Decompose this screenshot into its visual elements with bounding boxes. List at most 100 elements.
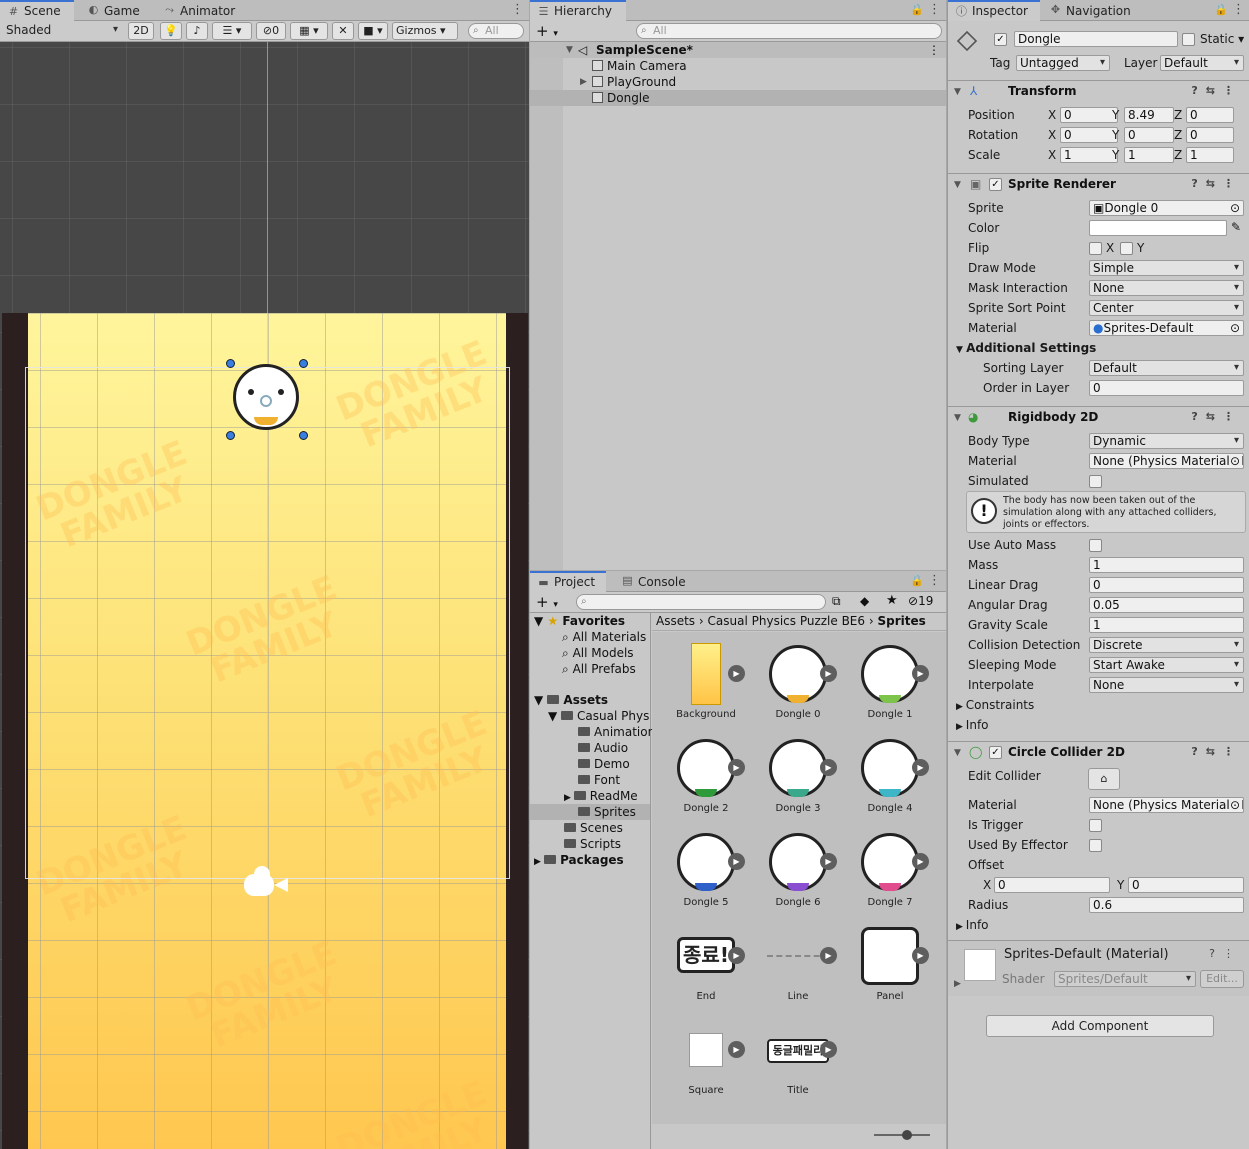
rect-handle[interactable]: [226, 431, 235, 440]
position-x-label[interactable]: X: [1048, 108, 1056, 122]
static-label[interactable]: Static ▾: [1200, 32, 1244, 46]
rotation-x-label[interactable]: X: [1048, 128, 1056, 142]
rect-handle[interactable]: [299, 359, 308, 368]
collision-detection-dropdown[interactable]: Discrete: [1089, 637, 1244, 653]
sleeping-mode-dropdown[interactable]: Start Awake: [1089, 657, 1244, 673]
simulated-checkbox[interactable]: [1089, 475, 1102, 488]
hidden-packages-button[interactable]: ⊘19: [908, 594, 933, 608]
add-component-button[interactable]: Add Component: [986, 1015, 1214, 1037]
project-menu-icon[interactable]: ⋮: [928, 573, 941, 588]
fold-open-icon[interactable]: ▼: [954, 82, 961, 102]
sprite-sort-point-dropdown[interactable]: Center: [1089, 300, 1244, 316]
color-field[interactable]: [1089, 220, 1227, 236]
mass-field[interactable]: 1: [1089, 557, 1244, 573]
play-icon[interactable]: ▶: [820, 759, 837, 776]
breadcrumb-item[interactable]: Casual Physics Puzzle BE6: [708, 614, 866, 628]
folder-item[interactable]: Animation: [578, 724, 655, 740]
camera-icon[interactable]: ■ ▾: [358, 22, 388, 40]
component-enabled-checkbox[interactable]: ✓: [989, 746, 1002, 759]
flip-x-checkbox[interactable]: [1089, 242, 1102, 255]
rect-handle[interactable]: [226, 359, 235, 368]
folder-item[interactable]: ▼ Casual Phys: [548, 708, 649, 724]
favorite-item[interactable]: ⌕ All Materials: [562, 629, 646, 645]
scale-y-field[interactable]: 1: [1124, 147, 1174, 163]
scene-menu-icon[interactable]: ⋮: [511, 2, 524, 17]
tag-dropdown[interactable]: Untagged: [1016, 55, 1110, 71]
favorite-item[interactable]: ⌕ All Prefabs: [562, 661, 636, 677]
scale-x-field[interactable]: 1: [1060, 147, 1118, 163]
audio-icon[interactable]: ♪: [186, 22, 208, 40]
folder-item[interactable]: Font: [578, 772, 620, 788]
asset-dongle-1[interactable]: ▶ Dongle 1: [850, 643, 930, 720]
component-settings-icons[interactable]: ?⇆⋮: [1191, 174, 1242, 194]
mask-interaction-dropdown[interactable]: None: [1089, 280, 1244, 296]
tab-project[interactable]: ▬ Project: [530, 571, 606, 592]
fold-closed-icon[interactable]: ▶: [580, 74, 587, 90]
rotation-z-field[interactable]: 0: [1186, 127, 1234, 143]
sorting-layer-dropdown[interactable]: Default: [1089, 360, 1244, 376]
rotation-y-field[interactable]: 0: [1124, 127, 1174, 143]
lighting-icon[interactable]: 💡: [160, 22, 182, 40]
filter-type-icon[interactable]: ⧉: [832, 594, 841, 609]
lock-icon[interactable]: 🔒: [910, 574, 924, 587]
component-settings-icons[interactable]: ?⇆⋮: [1191, 742, 1242, 762]
component-settings-icons[interactable]: ?⇆⋮: [1191, 81, 1242, 101]
lock-icon[interactable]: 🔒: [910, 3, 924, 16]
rotation-x-field[interactable]: 0: [1060, 127, 1118, 143]
transform-header[interactable]: ▼ ⅄ Transform ?⇆⋮: [948, 80, 1249, 102]
interpolate-dropdown[interactable]: None: [1089, 677, 1244, 693]
sprite-renderer-header[interactable]: ▼ ▣ ✓ Sprite Renderer ?⇆⋮: [948, 173, 1249, 195]
scene-menu-icon[interactable]: ⋮: [928, 42, 940, 58]
lock-icon[interactable]: 🔒: [1214, 3, 1228, 16]
object-picker-icon[interactable]: ⊙: [1229, 798, 1240, 812]
info-foldout[interactable]: ▶ Info: [956, 918, 989, 932]
position-y-label[interactable]: Y: [1112, 108, 1119, 122]
object-picker-icon[interactable]: ⊙: [1230, 321, 1240, 335]
use-auto-mass-checkbox[interactable]: [1089, 539, 1102, 552]
asset-dongle-2[interactable]: ▶ Dongle 2: [666, 737, 746, 814]
hierarchy-item[interactable]: ▶ PlayGround: [530, 74, 946, 90]
tab-hierarchy[interactable]: ☰ Hierarchy: [530, 0, 626, 21]
effects-icon[interactable]: ☰ ▾: [212, 22, 252, 40]
scale-x-label[interactable]: X: [1048, 148, 1056, 162]
play-icon[interactable]: ▶: [820, 665, 837, 682]
folder-item[interactable]: Demo: [578, 756, 630, 772]
hierarchy-item-selected[interactable]: Dongle: [530, 90, 946, 106]
folder-item-selected[interactable]: Sprites: [530, 804, 650, 820]
fold-open-icon[interactable]: ▼: [954, 408, 961, 428]
scale-y-label[interactable]: Y: [1112, 148, 1119, 162]
position-y-field[interactable]: 8.49: [1124, 107, 1174, 123]
draw-mode-dropdown[interactable]: Simple: [1089, 260, 1244, 276]
is-trigger-checkbox[interactable]: [1089, 819, 1102, 832]
scene-view[interactable]: DONGLE FAMILY DONGLE FAMILY DONGLE FAMIL…: [0, 42, 529, 1149]
folder-item[interactable]: Scripts: [564, 836, 621, 852]
tab-scene[interactable]: # Scene: [0, 0, 74, 21]
asset-square[interactable]: ▶ Square: [666, 1019, 746, 1096]
hierarchy-item[interactable]: Main Camera: [530, 58, 946, 74]
play-icon[interactable]: ▶: [728, 853, 745, 870]
favorite-item[interactable]: ⌕ All Models: [562, 645, 634, 661]
play-icon[interactable]: ▶: [820, 947, 837, 964]
scene-search-input[interactable]: ⌕ All: [468, 23, 524, 39]
rotation-z-label[interactable]: Z: [1174, 128, 1182, 142]
offset-y-field[interactable]: 0: [1128, 877, 1244, 893]
edit-collider-button[interactable]: ⌂: [1088, 768, 1120, 790]
tab-animator[interactable]: ⤳ Animator: [156, 0, 243, 21]
order-in-layer-field[interactable]: 0: [1089, 380, 1244, 396]
play-icon[interactable]: ▶: [728, 947, 745, 964]
asset-dongle-6[interactable]: ▶ Dongle 6: [758, 831, 838, 908]
position-x-field[interactable]: 0: [1060, 107, 1118, 123]
gizmos-dropdown[interactable]: Gizmos ▾: [392, 22, 458, 40]
info-foldout[interactable]: ▶ Info: [956, 718, 989, 732]
asset-dongle-0[interactable]: ▶ Dongle 0: [758, 643, 838, 720]
shading-dropdown[interactable]: Shaded: [2, 22, 122, 40]
component-settings-icons[interactable]: ?⋮: [1209, 947, 1242, 960]
asset-dongle-5[interactable]: ▶ Dongle 5: [666, 831, 746, 908]
tab-game[interactable]: ◐ Game: [80, 0, 148, 21]
sprite-field[interactable]: ▣Dongle 0 ⊙: [1089, 200, 1244, 216]
tab-inspector[interactable]: ⓘ Inspector: [948, 0, 1040, 21]
rb-material-field[interactable]: None (Physics Material 2D) ⊙: [1089, 453, 1244, 469]
linear-drag-field[interactable]: 0: [1089, 577, 1244, 593]
play-icon[interactable]: ▶: [912, 853, 929, 870]
asset-background[interactable]: ▶ Background: [666, 643, 746, 720]
